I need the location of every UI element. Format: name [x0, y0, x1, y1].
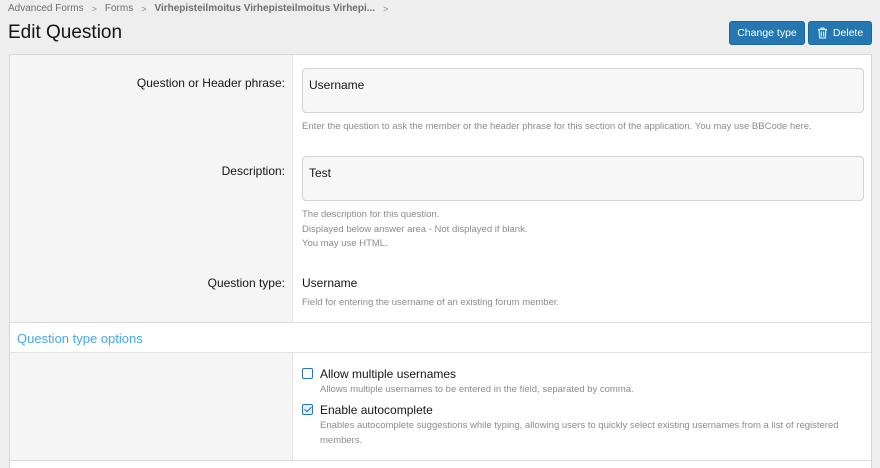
breadcrumb-item-advanced-forms[interactable]: Advanced Forms [8, 3, 84, 14]
trash-icon [817, 27, 827, 39]
question-type-label: Question type: [207, 276, 285, 290]
breadcrumb-separator: > [383, 3, 389, 14]
edit-question-form: Question or Header phrase: Username Ente… [9, 54, 872, 468]
description-hint-line: Displayed below answer area - Not displa… [302, 223, 528, 235]
breadcrumb-separator: > [141, 3, 147, 14]
question-type-options-header: Question type options [10, 322, 871, 353]
breadcrumb-separator: > [91, 3, 97, 14]
change-type-label: Change type [737, 27, 797, 39]
description-input-value: Test [309, 166, 332, 180]
page-title: Edit Question [8, 22, 123, 43]
description-label: Description: [221, 164, 285, 178]
description-hint-line: The description for this question. [302, 209, 440, 220]
enable-autocomplete-checkbox[interactable] [302, 404, 313, 415]
delete-button[interactable]: Delete [808, 21, 872, 45]
form-label-column [10, 353, 293, 461]
allow-multiple-usernames-checkbox[interactable] [302, 368, 313, 379]
enable-autocomplete-hint: Enables autocomplete suggestions while t… [320, 420, 839, 446]
description-hint: The description for this question. Displ… [302, 208, 527, 252]
question-input-value: Username [309, 78, 365, 92]
question-hint: Enter the question to ask the member or … [302, 121, 812, 132]
allow-multiple-usernames-label[interactable]: Allow multiple usernames [320, 367, 456, 381]
question-input[interactable]: Username [302, 68, 864, 113]
breadcrumb: Advanced Forms > Forms > Virhepisteilmoi… [8, 3, 396, 14]
delete-label: Delete [832, 27, 864, 39]
description-hint-line: You may use HTML. [302, 238, 388, 249]
question-label: Question or Header phrase: [136, 76, 285, 90]
question-type-value: Username [302, 276, 358, 290]
divider [10, 460, 871, 461]
allow-multiple-usernames-hint: Allows multiple usernames to be entered … [320, 384, 634, 395]
change-type-button[interactable]: Change type [729, 21, 805, 45]
question-type-hint: Field for entering the username of an ex… [302, 297, 560, 308]
description-input[interactable]: Test [302, 156, 864, 201]
enable-autocomplete-label[interactable]: Enable autocomplete [320, 403, 433, 417]
breadcrumb-item-forms[interactable]: Forms [105, 3, 133, 14]
breadcrumb-item-form[interactable]: Virhepisteilmoitus Virhepisteilmoitus Vi… [154, 3, 375, 14]
section-title: Question type options [17, 331, 143, 346]
